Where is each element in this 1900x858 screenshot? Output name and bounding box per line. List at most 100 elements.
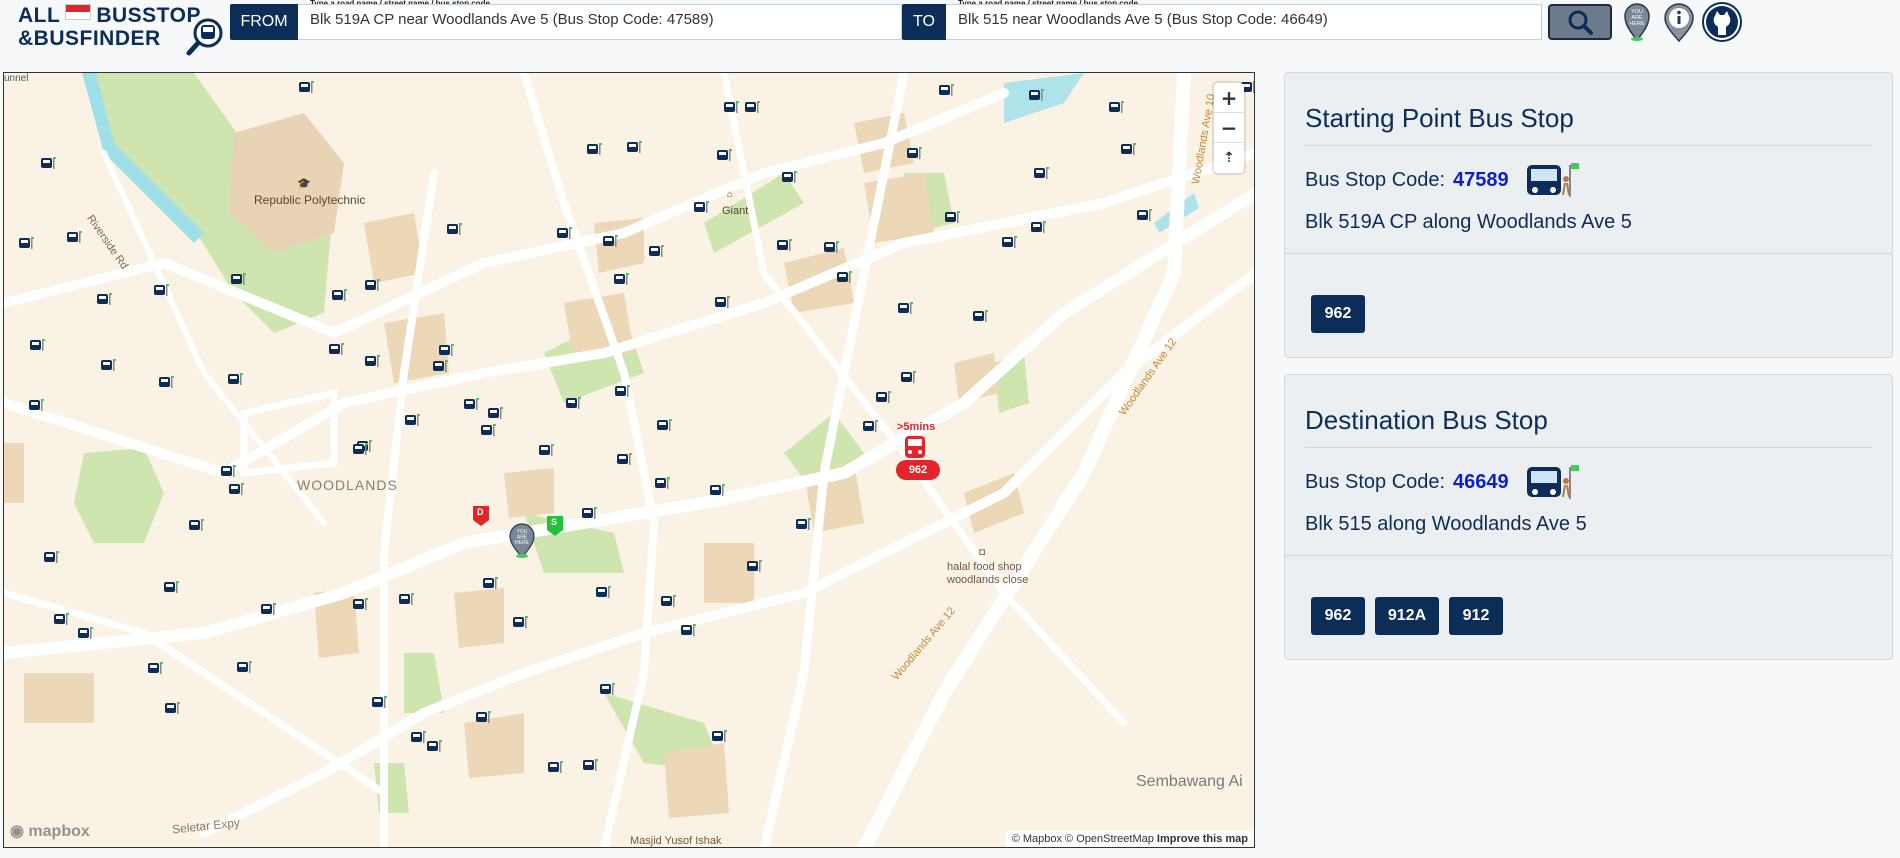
you-are-here-marker[interactable]: YOU ARE HERE <box>507 523 537 559</box>
bus-stop-marker[interactable] <box>599 683 615 696</box>
bus-stop-marker[interactable] <box>28 399 44 412</box>
zoom-in-button[interactable]: + <box>1214 83 1244 113</box>
bus-stop-marker[interactable] <box>480 424 496 437</box>
bus-stop-marker[interactable] <box>29 339 45 352</box>
bus-stop-marker[interactable] <box>654 477 670 490</box>
bus-stop-marker[interactable] <box>364 279 380 292</box>
bus-stop-marker[interactable] <box>40 157 56 170</box>
bus-stop-marker[interactable] <box>432 360 448 373</box>
bus-stop-marker[interactable] <box>352 443 368 456</box>
bus-stop-marker[interactable] <box>897 302 913 315</box>
bus-stop-marker[interactable] <box>944 211 960 224</box>
bus-stop-marker[interactable] <box>616 453 632 466</box>
dest-service-912[interactable]: 912 <box>1449 597 1503 635</box>
bus-stop-marker[interactable] <box>487 407 503 420</box>
bus-stop-marker[interactable] <box>613 273 629 286</box>
bus-stop-marker[interactable] <box>582 759 598 772</box>
to-input[interactable]: Blk 515 near Woodlands Ave 5 (Bus Stop C… <box>946 4 1542 40</box>
bus-stop-marker[interactable] <box>404 414 420 427</box>
bus-stop-marker[interactable] <box>260 603 276 616</box>
bus-stop-marker[interactable] <box>744 101 760 114</box>
bus-stop-marker[interactable] <box>328 343 344 356</box>
bus-stop-marker[interactable] <box>220 465 236 478</box>
compass-button[interactable]: ⇡ <box>1214 143 1244 173</box>
bus-stop-marker[interactable] <box>547 761 563 774</box>
bus-stop-marker[interactable] <box>781 171 797 184</box>
bus-stop-marker[interactable] <box>595 586 611 599</box>
bus-stop-marker[interactable] <box>556 227 572 240</box>
bus-stop-marker[interactable] <box>711 730 727 743</box>
bus-stop-marker[interactable] <box>158 376 174 389</box>
bus-stop-marker[interactable] <box>482 577 498 590</box>
bus-stop-marker[interactable] <box>693 201 709 214</box>
bus-stop-marker[interactable] <box>656 419 672 432</box>
bus-stop-marker[interactable] <box>66 231 82 244</box>
bus-stop-marker[interactable] <box>53 613 69 626</box>
bus-stop-marker[interactable] <box>586 143 602 156</box>
bus-stop-marker[interactable] <box>823 241 839 254</box>
bus-stop-marker[interactable] <box>438 344 454 357</box>
mapbox-logo[interactable]: ◉ mapbox <box>10 821 90 841</box>
bus-stop-marker[interactable] <box>371 696 387 709</box>
bus-stop-marker[interactable] <box>1108 101 1124 114</box>
start-service-962[interactable]: 962 <box>1311 295 1365 333</box>
dest-service-962[interactable]: 962 <box>1311 597 1365 635</box>
info-icon[interactable] <box>1662 2 1696 42</box>
bus-stop-marker[interactable] <box>648 245 664 258</box>
bus-stop-marker[interactable] <box>714 296 730 309</box>
bus-stop-marker[interactable] <box>153 284 169 297</box>
bus-stop-marker[interactable] <box>147 662 163 675</box>
bus-stop-marker[interactable] <box>565 397 581 410</box>
bus-stop-marker[interactable] <box>18 237 34 250</box>
bus-stop-marker[interactable] <box>602 235 618 248</box>
bus-stop-marker[interactable] <box>836 271 852 284</box>
bus-stop-marker[interactable] <box>906 147 922 160</box>
dest-code-value[interactable]: 46649 <box>1453 471 1509 494</box>
bus-stop-marker[interactable] <box>230 273 246 286</box>
search-button[interactable] <box>1548 4 1612 40</box>
bus-service-badge[interactable]: 962 <box>896 460 940 480</box>
start-code-value[interactable]: 47589 <box>1453 169 1509 192</box>
bus-stop-marker[interactable] <box>77 627 93 640</box>
bus-stop-marker[interactable] <box>795 518 811 531</box>
bus-stop-marker[interactable] <box>716 149 732 162</box>
bus-stop-marker[interactable] <box>680 624 696 637</box>
from-input[interactable]: Blk 519A CP near Woodlands Ave 5 (Bus St… <box>298 4 902 40</box>
improve-map-link[interactable]: Improve this map <box>1157 833 1248 845</box>
bus-stop-marker[interactable] <box>900 371 916 384</box>
app-logo[interactable]: ALL BUSSTOP &BUSFINDER <box>18 2 228 58</box>
bus-vehicle-icon[interactable] <box>902 435 928 459</box>
bus-stop-marker[interactable] <box>512 616 528 629</box>
bus-stop-marker[interactable] <box>96 293 112 306</box>
bus-stop-marker[interactable] <box>581 507 597 520</box>
you-are-here-icon[interactable]: YOU ARE HERE <box>1622 2 1652 42</box>
bus-stop-marker[interactable] <box>463 398 479 411</box>
bus-stop-marker[interactable] <box>100 359 116 372</box>
dest-service-912a[interactable]: 912A <box>1375 597 1439 635</box>
bus-stop-marker[interactable] <box>1120 143 1136 156</box>
bus-stop-marker[interactable] <box>410 731 426 744</box>
bus-stop-marker[interactable] <box>538 444 554 457</box>
bus-stop-marker[interactable] <box>163 581 179 594</box>
bus-stop-marker[interactable] <box>236 661 252 674</box>
bus-stop-marker[interactable] <box>1028 89 1044 102</box>
bus-stop-marker[interactable] <box>364 355 380 368</box>
bus-stop-marker[interactable] <box>228 483 244 496</box>
bus-stop-marker[interactable] <box>331 289 347 302</box>
bus-stop-marker[interactable] <box>164 702 180 715</box>
bus-stop-marker[interactable] <box>298 81 314 94</box>
bus-stop-marker[interactable] <box>188 519 204 532</box>
bus-stop-marker[interactable] <box>875 391 891 404</box>
bus-stop-marker[interactable] <box>227 373 243 386</box>
bus-stop-marker[interactable] <box>475 711 491 724</box>
bus-stop-marker[interactable] <box>43 551 59 564</box>
bus-stop-marker[interactable] <box>398 593 414 606</box>
map[interactable]: Republic Polytechnic 🎓 WOODLANDS Giant ⌂… <box>3 72 1255 848</box>
bus-stop-marker[interactable] <box>614 385 630 398</box>
bus-stop-marker[interactable] <box>1033 167 1049 180</box>
bus-stop-marker[interactable] <box>972 310 988 323</box>
bus-stop-marker[interactable] <box>938 84 954 97</box>
bus-stop-marker[interactable] <box>709 484 725 497</box>
bus-stop-marker[interactable] <box>426 740 442 753</box>
bus-stop-marker[interactable] <box>626 141 642 154</box>
